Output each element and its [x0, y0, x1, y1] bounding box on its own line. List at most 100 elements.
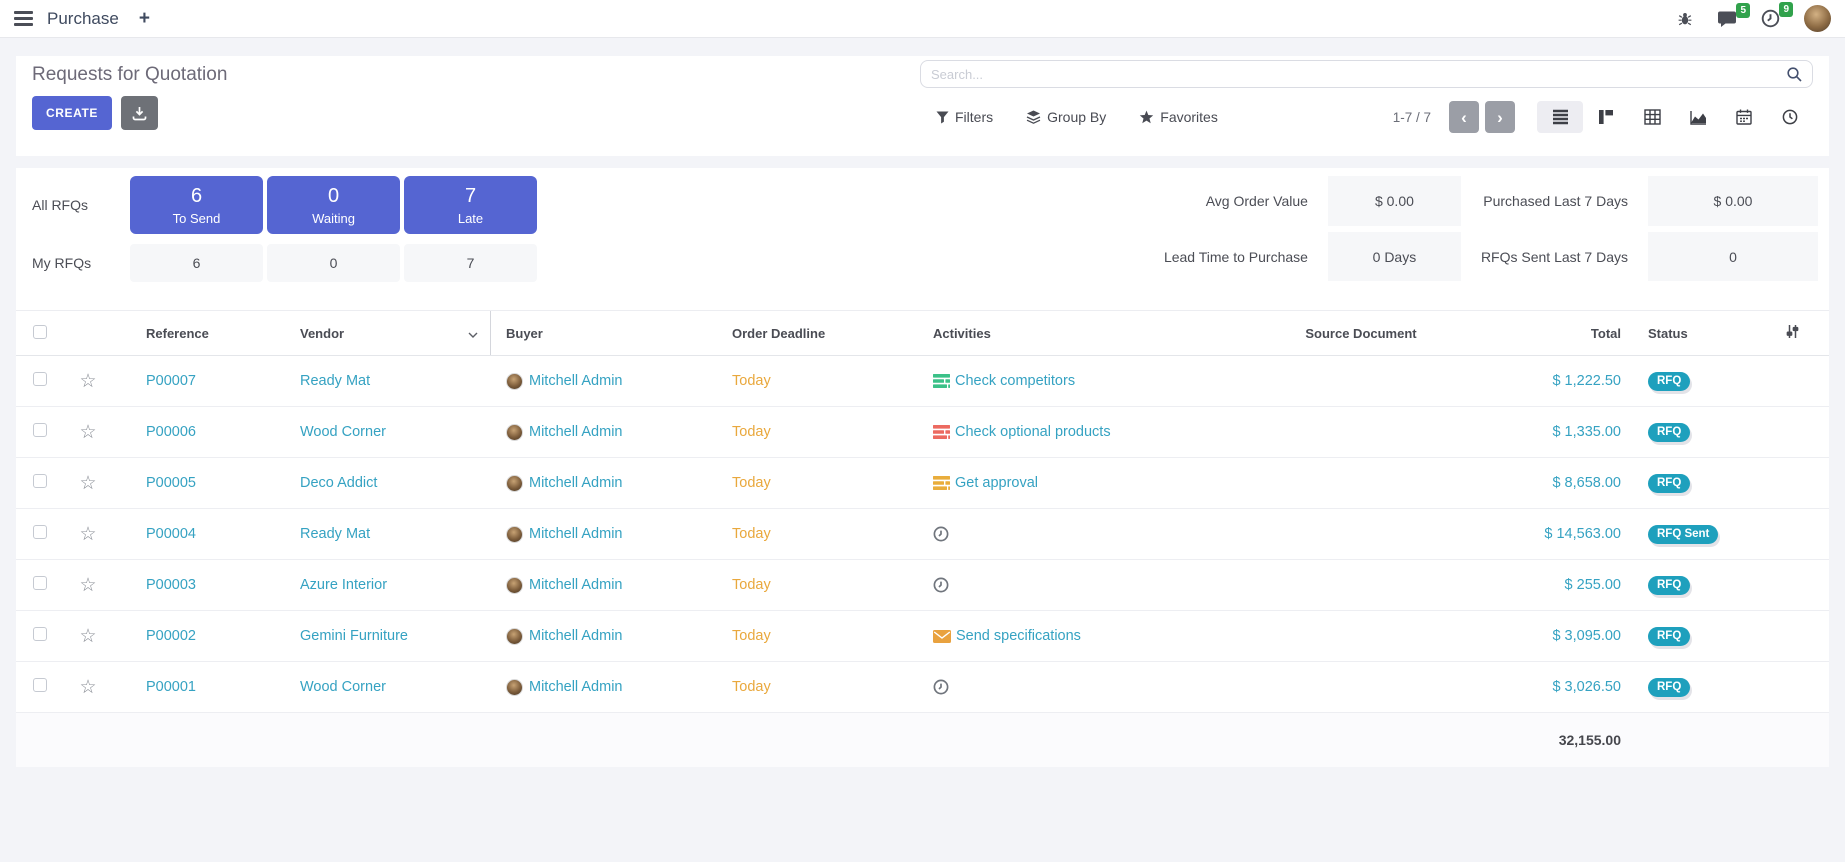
- buyer-link[interactable]: Mitchell Admin: [529, 628, 622, 644]
- table-row[interactable]: ☆ P00004 Ready Mat Mitchell Admin Today …: [16, 509, 1829, 560]
- activity-button[interactable]: [933, 630, 951, 643]
- clock-icon: [933, 577, 949, 593]
- export-download-button[interactable]: [121, 96, 158, 130]
- header-order-deadline[interactable]: Order Deadline: [721, 326, 926, 341]
- row-checkbox[interactable]: [33, 576, 47, 590]
- activity-label[interactable]: Get approval: [955, 475, 1038, 491]
- buyer-link[interactable]: Mitchell Admin: [529, 577, 622, 593]
- reference-link[interactable]: P00007: [146, 373, 196, 389]
- buyer-link[interactable]: Mitchell Admin: [529, 526, 622, 542]
- buyer-link[interactable]: Mitchell Admin: [529, 373, 622, 389]
- my-to-send-cell[interactable]: 6: [130, 244, 263, 282]
- header-status[interactable]: Status: [1641, 326, 1756, 341]
- total-amount: $ 3,026.50: [1552, 679, 1621, 695]
- activity-label[interactable]: Send specifications: [956, 628, 1081, 644]
- vendor-link[interactable]: Wood Corner: [300, 679, 386, 695]
- header-vendor[interactable]: Vendor: [286, 311, 491, 355]
- header-reference[interactable]: Reference: [116, 326, 286, 341]
- vendor-link[interactable]: Wood Corner: [300, 424, 386, 440]
- favorite-star-icon[interactable]: ☆: [79, 626, 96, 647]
- view-list-button[interactable]: [1537, 101, 1583, 133]
- messages-icon[interactable]: 5: [1717, 10, 1737, 28]
- kpi-to-send-card[interactable]: 6 To Send: [130, 176, 263, 234]
- optional-columns-button[interactable]: [1756, 324, 1829, 342]
- create-button[interactable]: CREATE: [32, 96, 112, 130]
- row-checkbox[interactable]: [33, 627, 47, 641]
- header-buyer[interactable]: Buyer: [491, 326, 721, 341]
- reference-link[interactable]: P00002: [146, 628, 196, 644]
- clock-icon: [933, 679, 949, 695]
- table-row[interactable]: ☆ P00003 Azure Interior Mitchell Admin T…: [16, 560, 1829, 611]
- row-checkbox[interactable]: [33, 372, 47, 386]
- lead-time-label: Lead Time to Purchase: [1164, 249, 1308, 265]
- row-checkbox[interactable]: [33, 678, 47, 692]
- view-activity-button[interactable]: [1767, 101, 1813, 133]
- vendor-link[interactable]: Ready Mat: [300, 373, 370, 389]
- buyer-link[interactable]: Mitchell Admin: [529, 424, 622, 440]
- group-by-button[interactable]: Group By: [1026, 109, 1106, 125]
- reference-link[interactable]: P00001: [146, 679, 196, 695]
- my-rfqs-label: My RFQs: [32, 244, 126, 282]
- kpi-waiting-card[interactable]: 0 Waiting: [267, 176, 400, 234]
- vendor-link[interactable]: Gemini Furniture: [300, 628, 408, 644]
- activity-label[interactable]: Check competitors: [955, 373, 1075, 389]
- activity-button[interactable]: [933, 526, 949, 542]
- activity-button[interactable]: [933, 425, 950, 439]
- favorites-button[interactable]: Favorites: [1139, 109, 1218, 125]
- table-row[interactable]: ☆ P00002 Gemini Furniture Mitchell Admin…: [16, 611, 1829, 662]
- buyer-link[interactable]: Mitchell Admin: [529, 679, 622, 695]
- favorite-star-icon[interactable]: ☆: [79, 473, 96, 494]
- apps-menu-icon[interactable]: [14, 11, 33, 26]
- user-avatar[interactable]: [1804, 5, 1831, 32]
- app-name[interactable]: Purchase: [47, 9, 119, 29]
- calendar-view-icon: [1736, 109, 1752, 125]
- rfqs-sent-last-7-days-label: RFQs Sent Last 7 Days: [1481, 249, 1628, 265]
- table-row[interactable]: ☆ P00006 Wood Corner Mitchell Admin Toda…: [16, 407, 1829, 458]
- my-late-cell[interactable]: 7: [404, 244, 537, 282]
- kpi-late-card[interactable]: 7 Late: [404, 176, 537, 234]
- view-graph-button[interactable]: [1675, 101, 1721, 133]
- activity-button[interactable]: [933, 577, 949, 593]
- table-row[interactable]: ☆ P00001 Wood Corner Mitchell Admin Toda…: [16, 662, 1829, 713]
- favorite-star-icon[interactable]: ☆: [79, 575, 96, 596]
- vendor-link[interactable]: Azure Interior: [300, 577, 387, 593]
- favorite-star-icon[interactable]: ☆: [79, 371, 96, 392]
- view-calendar-button[interactable]: [1721, 101, 1767, 133]
- buyer-link[interactable]: Mitchell Admin: [529, 475, 622, 491]
- activity-label[interactable]: Check optional products: [955, 424, 1111, 440]
- debug-bug-icon[interactable]: [1677, 11, 1693, 27]
- reference-link[interactable]: P00006: [146, 424, 196, 440]
- new-tab-plus-icon[interactable]: +: [139, 9, 150, 28]
- vendor-link[interactable]: Ready Mat: [300, 526, 370, 542]
- activity-button[interactable]: [933, 476, 950, 490]
- favorite-star-icon[interactable]: ☆: [79, 524, 96, 545]
- rfqs-sent-last-7-days: 0: [1648, 232, 1818, 281]
- activity-button[interactable]: [933, 679, 949, 695]
- view-pivot-button[interactable]: [1629, 101, 1675, 133]
- row-checkbox[interactable]: [33, 525, 47, 539]
- favorite-star-icon[interactable]: ☆: [79, 422, 96, 443]
- row-checkbox[interactable]: [33, 474, 47, 488]
- reference-link[interactable]: P00005: [146, 475, 196, 491]
- header-source-document[interactable]: Source Document: [1246, 326, 1476, 341]
- reference-link[interactable]: P00003: [146, 577, 196, 593]
- favorite-star-icon[interactable]: ☆: [79, 677, 96, 698]
- buyer-avatar: [506, 628, 523, 645]
- filters-button[interactable]: Filters: [936, 109, 993, 125]
- select-all-checkbox[interactable]: [33, 325, 47, 339]
- table-row[interactable]: ☆ P00005 Deco Addict Mitchell Admin Toda…: [16, 458, 1829, 509]
- reference-link[interactable]: P00004: [146, 526, 196, 542]
- my-waiting-cell[interactable]: 0: [267, 244, 400, 282]
- pager-previous-button[interactable]: ‹: [1449, 101, 1479, 133]
- header-total[interactable]: Total: [1476, 326, 1641, 341]
- activity-button[interactable]: [933, 374, 950, 388]
- status-badge: RFQ: [1648, 423, 1690, 442]
- vendor-link[interactable]: Deco Addict: [300, 475, 377, 491]
- search-input[interactable]: [931, 67, 1782, 82]
- table-row[interactable]: ☆ P00007 Ready Mat Mitchell Admin Today …: [16, 356, 1829, 407]
- activities-clock-icon[interactable]: 9: [1761, 9, 1780, 28]
- view-kanban-button[interactable]: [1583, 101, 1629, 133]
- pager-next-button[interactable]: ›: [1485, 101, 1515, 133]
- header-activities[interactable]: Activities: [926, 326, 1246, 341]
- row-checkbox[interactable]: [33, 423, 47, 437]
